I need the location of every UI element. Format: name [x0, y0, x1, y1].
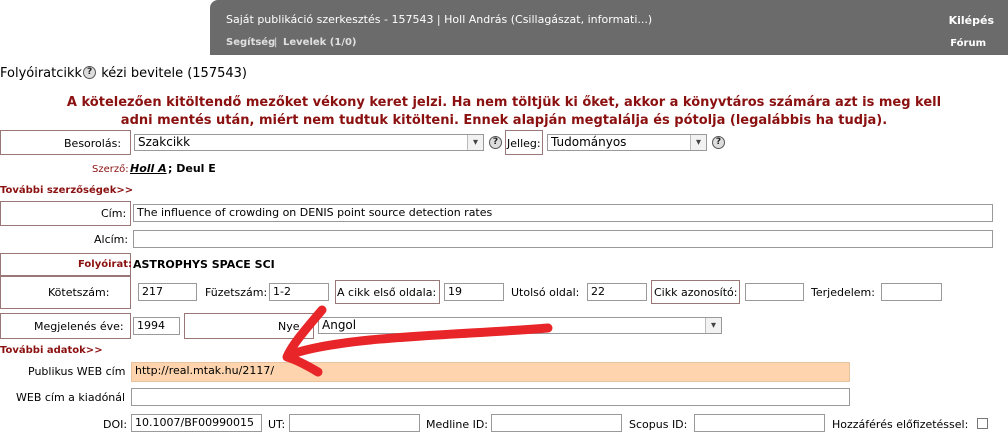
annotation-arrow-stroke	[283, 323, 553, 361]
red-arrow-annotation	[282, 305, 553, 377]
annotation-arrow-head	[282, 305, 327, 377]
